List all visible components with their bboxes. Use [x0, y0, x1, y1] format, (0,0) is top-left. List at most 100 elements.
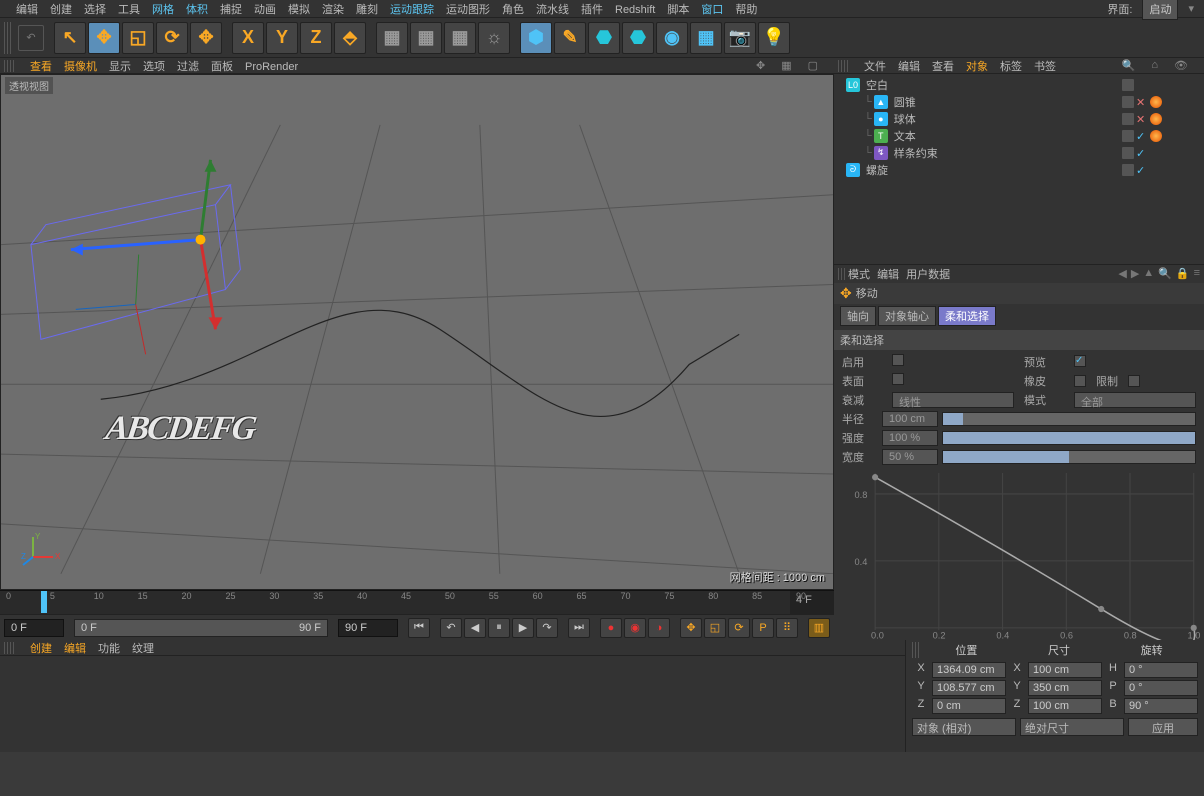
enable-checkbox[interactable] — [892, 354, 904, 366]
range-slider[interactable]: 0 F 90 F — [74, 619, 328, 637]
key-rot-button[interactable]: ⟳ — [728, 618, 750, 638]
render-pv-button[interactable]: ▦ — [444, 22, 476, 54]
attr-menu-mode[interactable]: 模式 — [848, 266, 870, 282]
home-icon[interactable]: ⌂ — [1145, 58, 1164, 73]
last-tool-button[interactable]: ✥ — [190, 22, 222, 54]
vp-config-icon[interactable]: ✥ — [750, 58, 771, 73]
menu-雕刻[interactable]: 雕刻 — [350, 2, 384, 18]
pen-tool-button[interactable]: ✎ — [554, 22, 586, 54]
vp-max-icon[interactable]: ▢ — [802, 58, 824, 73]
dopesheet-button[interactable]: ▥ — [808, 618, 830, 638]
layer-dot-icon[interactable] — [1122, 130, 1134, 142]
objtab-对象[interactable]: 对象 — [960, 60, 994, 74]
rot-p-field[interactable]: 0 ° — [1124, 680, 1198, 696]
up-icon[interactable]: ▲ — [1143, 267, 1154, 280]
falloff-dropdown[interactable]: 线性 — [892, 392, 1014, 408]
pos-z-field[interactable]: 0 cm — [932, 698, 1006, 714]
tag-icon[interactable] — [1150, 113, 1162, 125]
falloff-curve-editor[interactable]: 0.8 0.4 0.0 0.2 0.4 0.6 0.8 1.0 — [834, 473, 1204, 640]
eye-icon[interactable]: 👁 — [1168, 58, 1194, 73]
generator-button[interactable]: ⬣ — [588, 22, 620, 54]
next-key-button[interactable]: ↷ — [536, 618, 558, 638]
record-button[interactable]: ● — [600, 618, 622, 638]
layer-dot-icon[interactable] — [1122, 164, 1134, 176]
layout-dropdown[interactable]: 启动 — [1142, 0, 1178, 20]
size-y-field[interactable]: 350 cm — [1028, 680, 1102, 696]
attr-menu-edit[interactable]: 编辑 — [877, 266, 899, 282]
coord-mode1-dropdown[interactable]: 对象 (相对) — [912, 718, 1016, 736]
environment-button[interactable]: ▦ — [690, 22, 722, 54]
menu-插件[interactable]: 插件 — [575, 2, 609, 18]
rot-h-field[interactable]: 0 ° — [1124, 662, 1198, 678]
prev-frame-button[interactable]: ◀ — [464, 618, 486, 638]
tag-icon[interactable] — [1150, 96, 1162, 108]
search-icon[interactable]: 🔍 — [1116, 58, 1142, 73]
disable-icon[interactable]: ✕ — [1136, 96, 1148, 108]
menu-运动跟踪[interactable]: 运动跟踪 — [384, 2, 440, 18]
menu-角色[interactable]: 角色 — [496, 2, 530, 18]
key-pla-button[interactable]: ⠿ — [776, 618, 798, 638]
radius-field[interactable]: 100 cm — [882, 411, 938, 427]
coord-mode2-dropdown[interactable]: 绝对尺寸 — [1020, 718, 1124, 736]
camera-button[interactable]: 📷 — [724, 22, 756, 54]
autokey-button[interactable]: ◉ — [624, 618, 646, 638]
objtab-文件[interactable]: 文件 — [858, 60, 892, 74]
menu-运动图形[interactable]: 运动图形 — [440, 2, 496, 18]
tag-icon[interactable] — [1150, 130, 1162, 142]
menu-工具[interactable]: 工具 — [112, 2, 146, 18]
surface-checkbox[interactable] — [892, 373, 904, 385]
tab-axis[interactable]: 轴向 — [840, 306, 876, 326]
z-axis-button[interactable]: Z — [300, 22, 332, 54]
x-axis-button[interactable]: X — [232, 22, 264, 54]
playhead[interactable] — [41, 591, 47, 613]
move-tool-button[interactable]: ✥ — [88, 22, 120, 54]
layer-dot-icon[interactable] — [1122, 147, 1134, 159]
scale-tool-button[interactable]: ◱ — [122, 22, 154, 54]
vpmenu-摄像机[interactable]: 摄像机 — [58, 60, 103, 74]
vpmenu-查看[interactable]: 查看 — [24, 60, 58, 74]
menu-Redshift[interactable]: Redshift — [609, 2, 661, 18]
lock-icon[interactable]: 🔒 — [1176, 267, 1190, 280]
layer-dot-icon[interactable] — [1122, 96, 1134, 108]
width-field[interactable]: 50 % — [882, 449, 938, 465]
y-axis-button[interactable]: Y — [266, 22, 298, 54]
tree-item-空白[interactable]: L0空白 — [836, 76, 1202, 93]
enable-icon[interactable]: ✓ — [1136, 164, 1148, 176]
time-ruler[interactable]: 051015202530354045505560657075808590 — [0, 591, 790, 614]
menu-捕捉[interactable]: 捕捉 — [214, 2, 248, 18]
menu-渲染[interactable]: 渲染 — [316, 2, 350, 18]
next-frame-button[interactable]: ▶ — [512, 618, 534, 638]
tree-item-样条约束[interactable]: └↯样条约束✓ — [836, 144, 1202, 161]
tab-softsel[interactable]: 柔和选择 — [938, 306, 996, 326]
pos-y-field[interactable]: 108.577 cm — [932, 680, 1006, 696]
matmenu-纹理[interactable]: 纹理 — [126, 642, 160, 656]
prev-key-button[interactable]: ↶ — [440, 618, 462, 638]
enable-icon[interactable]: ✓ — [1136, 130, 1148, 142]
key-pos-button[interactable]: ✥ — [680, 618, 702, 638]
strength-slider[interactable] — [942, 431, 1196, 445]
tree-item-圆锥[interactable]: └▲圆锥✕ — [836, 93, 1202, 110]
size-x-field[interactable]: 100 cm — [1028, 662, 1102, 678]
preview-checkbox[interactable] — [1074, 355, 1086, 367]
cube-primitive-button[interactable]: ⬢ — [520, 22, 552, 54]
menu-选择[interactable]: 选择 — [78, 2, 112, 18]
light-button[interactable]: 💡 — [758, 22, 790, 54]
key-param-button[interactable]: P — [752, 618, 774, 638]
apply-button[interactable]: 应用 — [1128, 718, 1198, 736]
menu-窗口[interactable]: 窗口 — [695, 2, 729, 18]
object-tree[interactable]: L0空白└▲圆锥✕└●球体✕└T文本✓└↯样条约束✓ᘒ螺旋✓ — [834, 74, 1204, 264]
pos-x-field[interactable]: 1364.09 cm — [932, 662, 1006, 678]
start-frame-field[interactable]: 0 F — [4, 619, 64, 637]
material-manager[interactable]: 创建编辑功能纹理 — [0, 640, 906, 752]
vp-layout-icon[interactable]: ▦ — [775, 58, 797, 73]
matmenu-功能[interactable]: 功能 — [92, 642, 126, 656]
menu-网格[interactable]: 网格 — [146, 2, 180, 18]
strength-field[interactable]: 100 % — [882, 430, 938, 446]
end-frame-field[interactable]: 90 F — [338, 619, 398, 637]
radius-slider[interactable] — [942, 412, 1196, 426]
keyframe-button[interactable]: ◑ — [648, 618, 670, 638]
attr-menu-userdata[interactable]: 用户数据 — [906, 266, 950, 282]
vpmenu-选项[interactable]: 选项 — [137, 60, 171, 74]
layer-dot-icon[interactable] — [1122, 113, 1134, 125]
render-settings-button[interactable]: ☼ — [478, 22, 510, 54]
